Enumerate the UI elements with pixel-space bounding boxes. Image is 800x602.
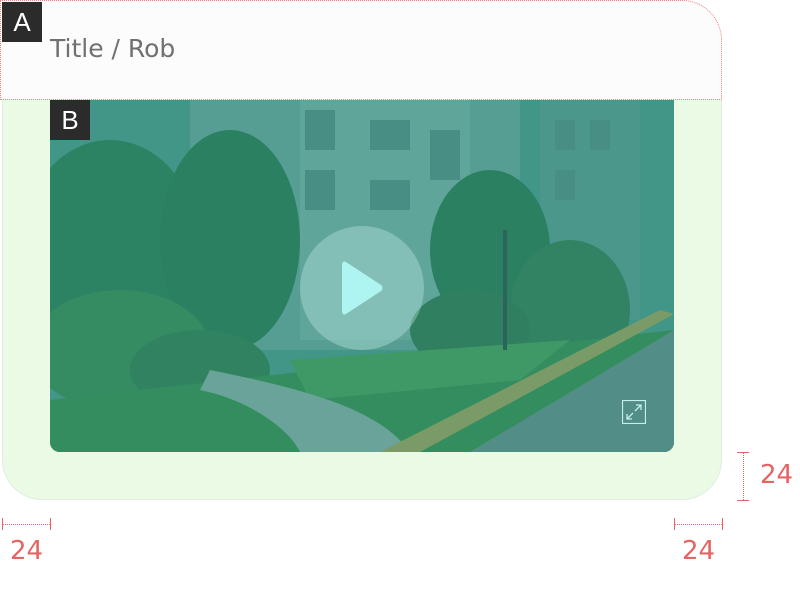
card-title: Title / Rob bbox=[50, 34, 176, 63]
bottom-dimension-line bbox=[743, 452, 744, 500]
bottom-spacing-label: 24 bbox=[760, 460, 794, 490]
spec-canvas: A Title / Rob B 24 24 24 bbox=[0, 0, 800, 602]
left-spacing-label: 24 bbox=[10, 536, 44, 566]
play-button[interactable] bbox=[300, 226, 424, 350]
left-dimension-tick-end bbox=[50, 518, 51, 530]
video-player[interactable] bbox=[50, 100, 674, 452]
right-dimension-tick-end bbox=[722, 518, 723, 530]
region-a-label: A bbox=[2, 2, 42, 42]
region-b-label: B bbox=[50, 100, 90, 140]
play-icon bbox=[342, 261, 383, 315]
right-spacing-label: 24 bbox=[682, 536, 716, 566]
right-dimension-line bbox=[674, 524, 722, 525]
fullscreen-button[interactable] bbox=[621, 399, 647, 425]
expand-icon bbox=[621, 399, 647, 425]
bottom-dimension-tick-end bbox=[737, 500, 749, 501]
left-dimension-line bbox=[2, 524, 50, 525]
